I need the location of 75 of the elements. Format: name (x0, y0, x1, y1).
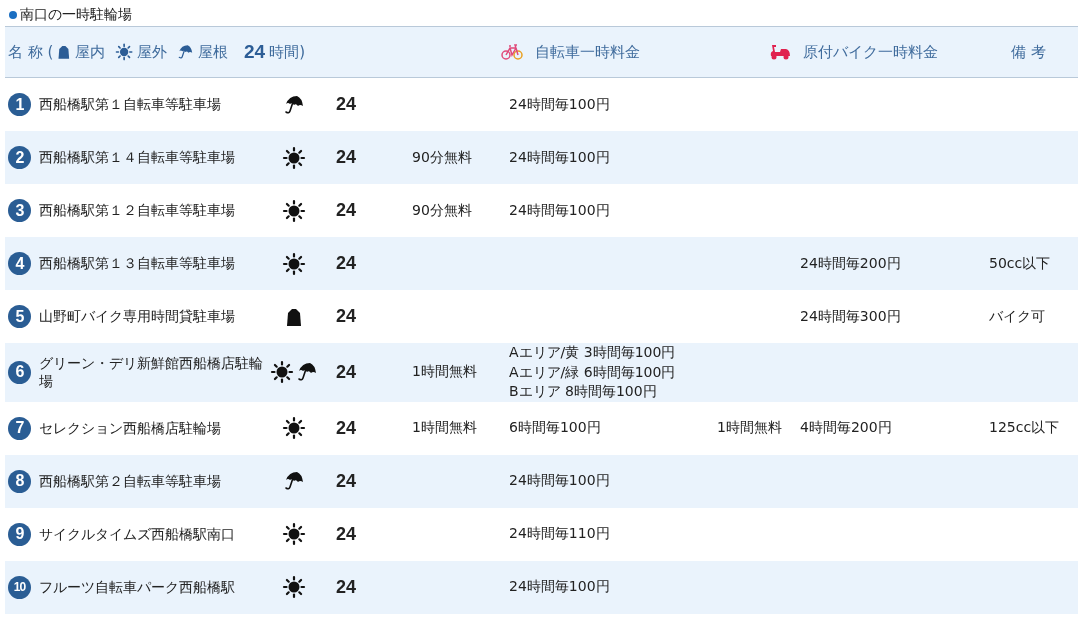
legend-label: 屋根 (198, 42, 228, 62)
scooter-icon (769, 43, 791, 61)
number-badge: 7 (8, 416, 31, 440)
parking-name: 西船橋駅第２自転車等駐車場 (38, 472, 222, 491)
parking-name: サイクルタイムズ西船橋駅南口 (38, 525, 236, 544)
legend-label: 時間) (269, 42, 305, 62)
hours-cell-text: 24 (335, 523, 357, 545)
parking-name: フルーツ自転車パーク西船橋駅 (38, 578, 236, 597)
parking-name: 西船橋駅第１３自転車等駐車場 (38, 254, 236, 273)
hours-legend-mark: 24 (244, 41, 266, 63)
parking-name: セレクション西船橋店駐輪場 (38, 419, 222, 438)
name-column-header: 名 称 ( (8, 42, 54, 62)
section-title: 南口の一時駐輪場 (20, 6, 132, 24)
sun-icon (282, 145, 306, 170)
number-badge: 2 (8, 146, 31, 169)
moped-fee-cell: 4時間毎200円 (800, 419, 892, 436)
parking-name: 西船橋駅第１自転車等駐車場 (38, 95, 222, 114)
moped-fee-cell: 24時間毎300円 (800, 307, 901, 324)
number-badge: 3 (8, 199, 31, 222)
bicycle-fee-cell-text: 24時間毎110円 (509, 524, 611, 544)
remarks-cell: 50cc以下 (989, 254, 1051, 271)
hours-cell-text: 24 (335, 417, 357, 439)
bullet-dot (9, 11, 17, 19)
remarks-cell: 125cc以下 (989, 419, 1060, 436)
bicycle-fee-cell-text: Aエリア/黄 3時間毎100円 (509, 343, 677, 362)
bicycle-fee-cell-text: Aエリア/緑 6時間毎100円 (509, 362, 677, 382)
number-badge: 8 (8, 469, 31, 493)
bicycle-fee-cell-text: 24時間毎100円 (509, 147, 611, 167)
hours-cell-text: 24 (335, 147, 357, 168)
number-badge: 9 (8, 522, 31, 546)
bicycle-free-cell: 90分無料 (412, 148, 472, 165)
sun-icon (282, 416, 306, 441)
bicycle-fee-cell-text: 24時間毎100円 (509, 200, 611, 220)
parking-name: 山野町バイク専用時間貸駐車場 (38, 307, 236, 326)
umbrella-icon (296, 361, 318, 384)
sun-icon (282, 522, 306, 547)
hours-cell-text: 24 (335, 200, 357, 221)
moped-fee-cell: 24時間毎200円 (800, 254, 901, 271)
hours-cell-text: 24 (335, 576, 357, 598)
remarks-cell: バイク可 (989, 307, 1045, 324)
hours-cell-text: 24 (335, 306, 357, 327)
legend-label: 屋外 (137, 42, 168, 62)
remarks-header: 備 考 (1011, 42, 1046, 62)
sun-icon (282, 575, 306, 600)
umbrella-icon (283, 93, 305, 116)
sun-icon (270, 360, 294, 385)
parking-name: 西船橋駅第１２自転車等駐車場 (38, 201, 236, 220)
bicycle-fee-cell-text: 24時間毎100円 (509, 577, 611, 597)
bicycle-fee-cell-text: Bエリア 8時間毎100円 (509, 382, 658, 402)
bicycle-fee-header: 自転車一時料金 (535, 42, 640, 62)
number-badge: 10 (8, 575, 31, 599)
umbrella-icon (283, 470, 305, 493)
sun-icon (282, 198, 306, 223)
bicycle-icon (501, 44, 523, 60)
bicycle-fee-cell-text: 24時間毎100円 (509, 94, 611, 114)
hours-cell-text: 24 (335, 94, 357, 115)
number-badge: 6 (8, 360, 31, 384)
number-badge: 1 (8, 93, 31, 116)
hours-cell-text: 24 (335, 361, 357, 383)
hours-cell-text: 24 (335, 253, 357, 274)
moped-free-cell: 1時間無料 (717, 419, 782, 436)
bicycle-fee-cell-text: 24時間毎100円 (509, 471, 611, 491)
building-icon (285, 306, 303, 327)
bicycle-fee-cell-text: 6時間毎100円 (509, 418, 602, 438)
bicycle-free-cell: 1時間無料 (412, 419, 477, 436)
bicycle-free-cell: 1時間無料 (412, 363, 477, 380)
number-badge: 5 (8, 305, 31, 328)
number-badge: 4 (8, 252, 31, 275)
moped-fee-header: 原付バイク一時料金 (803, 42, 938, 62)
hours-cell-text: 24 (335, 470, 357, 492)
parking-name: 西船橋駅第１４自転車等駐車場 (38, 148, 236, 167)
parking-name: グリーン・デリ新鮮館西船橋店駐輪場 (38, 354, 264, 391)
sun-icon (282, 251, 306, 276)
legend-label: 屋内 (75, 42, 106, 62)
bicycle-free-cell: 90分無料 (412, 201, 472, 218)
